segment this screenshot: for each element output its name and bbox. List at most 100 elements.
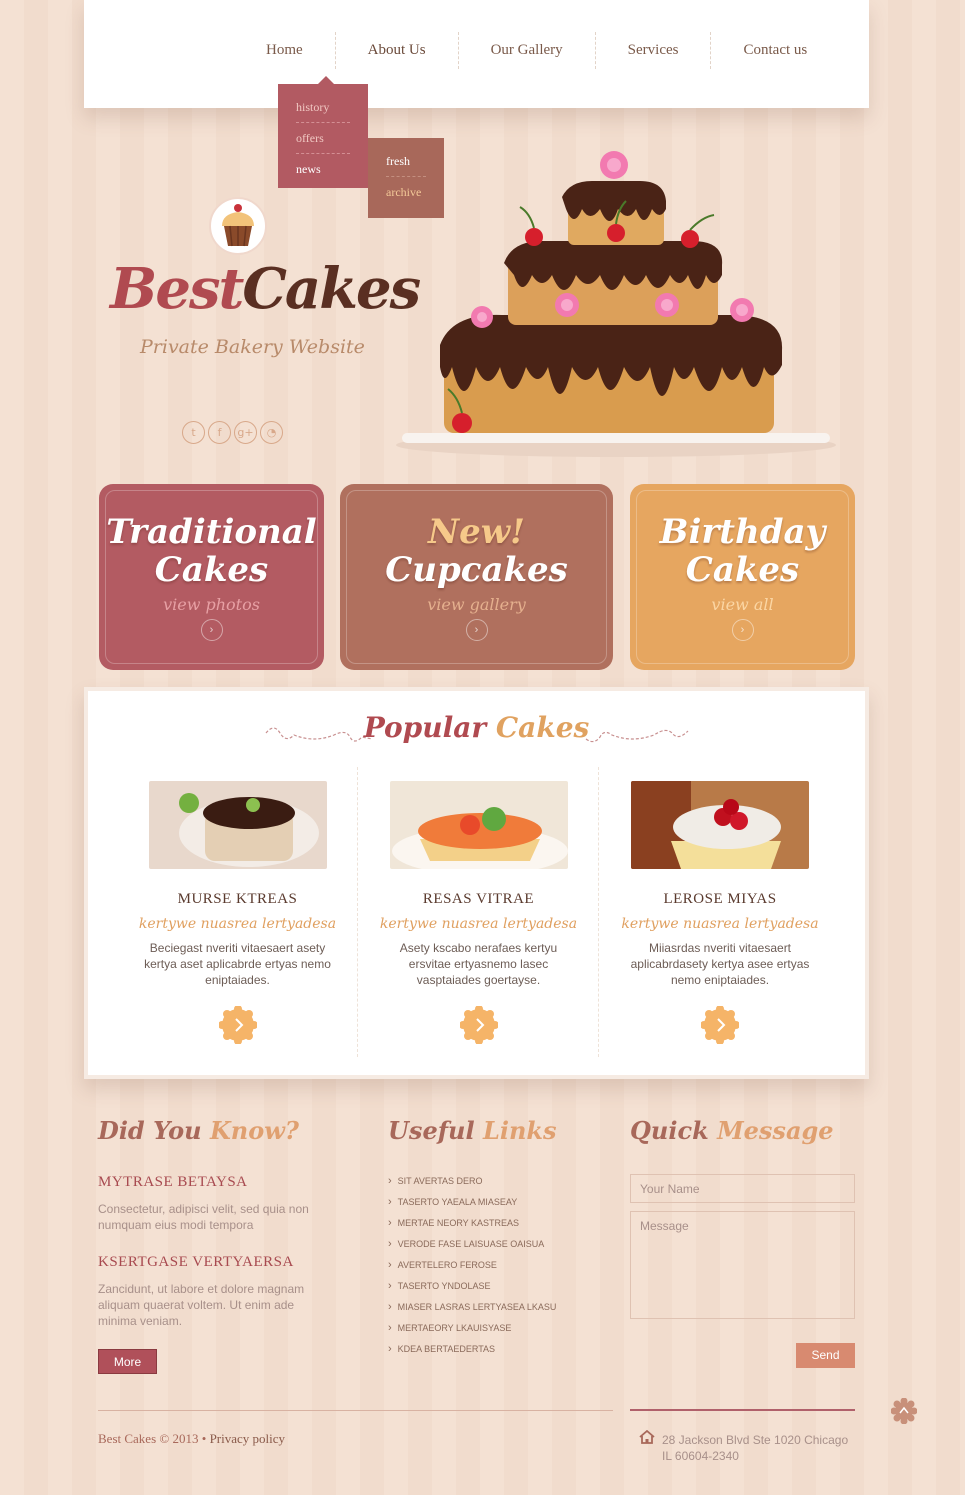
banner-title-line2: Cakes: [154, 550, 269, 590]
about-dropdown-menu: history offers news: [278, 76, 368, 188]
useful-link[interactable]: TASERTO YAEALA MIASEAY: [388, 1196, 556, 1217]
know-text-2: Zancidunt, ut labore et dolore magnam al…: [98, 1282, 305, 1328]
flower-arrow-button-icon[interactable]: [217, 1005, 258, 1045]
banner-title-line2: Cupcakes: [385, 550, 568, 590]
home-icon: [639, 1430, 655, 1444]
popular-item: RESAS VITRAE kertywe nuasrea lertyadesa …: [359, 767, 599, 1057]
title-part2: Know?: [209, 1116, 299, 1145]
banner-new-cupcakes[interactable]: New! Cupcakes view gallery ›: [340, 484, 613, 670]
title-part1: Quick: [630, 1116, 709, 1145]
nav-home[interactable]: Home: [234, 32, 336, 69]
nav-about-us[interactable]: About Us: [336, 32, 459, 69]
footer-divider-accent: [630, 1409, 855, 1411]
banner-inner: New! Cupcakes view gallery ›: [346, 490, 607, 664]
banner-title: Birthday Cakes: [637, 491, 848, 589]
useful-link[interactable]: AVERTELERO FEROSE: [388, 1259, 556, 1280]
scroll-to-top-icon[interactable]: [891, 1398, 917, 1424]
popular-item: LEROSE MIYAS kertywe nuasrea lertyadesa …: [600, 767, 840, 1057]
cake-description: Miiasrdas nveriti vitaesaert aplicabrdas…: [630, 941, 810, 987]
cake-name: LEROSE MIYAS: [663, 891, 777, 907]
banner-title: Traditional Cakes: [106, 491, 317, 589]
banner-title-line1: New!: [428, 512, 525, 552]
banner-inner: Birthday Cakes view all ›: [636, 490, 849, 664]
page: Home About Us Our Gallery Services Conta…: [0, 0, 965, 1495]
banner-link-view-photos[interactable]: view photos: [106, 595, 317, 614]
useful-link[interactable]: MERTAEORY LKAUISYASE: [388, 1322, 556, 1343]
popular-item: MURSE KTREAS kertywe nuasrea lertyadesa …: [118, 767, 358, 1057]
banner-title-line1: Birthday: [659, 512, 826, 552]
dropdown-item-offers[interactable]: offers: [296, 127, 350, 154]
brand-logo[interactable]: BestCakes: [110, 256, 421, 322]
more-button[interactable]: More: [98, 1349, 157, 1374]
brand-name-part1: Best: [110, 256, 244, 322]
know-heading-1[interactable]: MYTRASE BETAYSA: [98, 1174, 248, 1191]
nav-services[interactable]: Services: [596, 32, 712, 69]
useful-link[interactable]: SIT AVERTAS DERO: [388, 1175, 556, 1196]
title-part1: Did You: [98, 1116, 202, 1145]
banner-inner: Traditional Cakes view photos ›: [105, 490, 318, 664]
cake-subtitle: kertywe nuasrea lertyadesa: [621, 916, 819, 932]
privacy-policy-link[interactable]: Privacy policy: [210, 1431, 285, 1446]
useful-link[interactable]: VERODE FASE LAISUASE OAISUA: [388, 1238, 556, 1259]
dropdown-item-news[interactable]: news: [296, 158, 350, 184]
cake-name: MURSE KTREAS: [177, 891, 298, 907]
did-you-know-title: Did You Know?: [98, 1116, 299, 1145]
chevron-right-icon[interactable]: ›: [465, 619, 488, 641]
nav-contact-us[interactable]: Contact us: [711, 32, 839, 69]
banner-birthday-cakes[interactable]: Birthday Cakes view all ›: [630, 484, 855, 670]
banner-link-view-all[interactable]: view all: [637, 595, 848, 614]
nav-our-gallery[interactable]: Our Gallery: [459, 32, 596, 69]
facebook-icon[interactable]: f: [208, 421, 231, 444]
title-part1: Useful: [388, 1116, 475, 1145]
title-part2: Message: [717, 1116, 834, 1145]
banner-link-view-gallery[interactable]: view gallery: [347, 595, 606, 614]
cake-description: Asety kscabo nerafaes kertyu ersvitae er…: [399, 941, 558, 987]
address: 28 Jackson Blvd Ste 1020 Chicago IL 6060…: [662, 1433, 849, 1463]
flower-arrow-button-icon[interactable]: [458, 1005, 499, 1045]
google-plus-icon[interactable]: g+: [234, 421, 257, 444]
section-title: Popular Cakes: [88, 711, 865, 744]
cake-photo[interactable]: [389, 781, 568, 869]
brand-tagline: Private Bakery Website: [140, 336, 365, 358]
banner-traditional-cakes[interactable]: Traditional Cakes view photos ›: [99, 484, 324, 670]
cake-subtitle: kertywe nuasrea lertyadesa: [138, 916, 337, 932]
chevron-right-icon[interactable]: ›: [731, 619, 754, 641]
useful-link[interactable]: MIASER LASRAS LERTYASEA LKASU: [388, 1301, 557, 1322]
twitter-icon[interactable]: t: [182, 421, 205, 444]
main-nav: Home About Us Our Gallery Services Conta…: [234, 32, 839, 69]
banner-title: New! Cupcakes: [347, 491, 606, 589]
name-field[interactable]: Your Name: [630, 1174, 855, 1203]
message-field[interactable]: Message: [630, 1211, 855, 1319]
flower-arrow-button-icon[interactable]: [700, 1005, 740, 1045]
useful-link[interactable]: TASERTO YNDOLASE: [388, 1280, 556, 1301]
rss-icon[interactable]: ◔: [260, 421, 283, 444]
title-part2: Links: [482, 1116, 557, 1145]
send-button[interactable]: Send: [796, 1343, 855, 1368]
banner-title-line1: Traditional: [106, 512, 317, 552]
social-links: t f g+ ◔: [182, 421, 283, 444]
cupcake-logo-icon: [209, 197, 267, 255]
know-heading-2[interactable]: KSERTGASE VERTYAERSA: [98, 1254, 294, 1271]
hero-cake-image: [396, 151, 836, 457]
section-title-part1: Popular: [363, 711, 487, 744]
know-text-1: Consectetur, adipisci velit, sed quia no…: [98, 1202, 309, 1232]
cake-subtitle: kertywe nuasrea lertyadesa: [379, 916, 578, 932]
popular-cakes-section: Popular Cakes MURSE KTREAS kertywe nuasr…: [84, 687, 869, 1079]
cake-photo[interactable]: [631, 781, 809, 869]
dropdown-item-history[interactable]: history: [296, 96, 350, 123]
useful-link[interactable]: MERTAE NEORY KASTREAS: [388, 1217, 556, 1238]
chevron-right-icon[interactable]: ›: [200, 619, 223, 641]
banner-title-line2: Cakes: [685, 550, 800, 590]
cake-name: RESAS VITRAE: [422, 891, 535, 907]
quick-message-title: Quick Message: [630, 1116, 834, 1145]
top-nav-bar: Home About Us Our Gallery Services Conta…: [84, 0, 869, 108]
copyright: Best Cakes © 2013 • Privacy policy: [98, 1431, 285, 1447]
footer-divider: [98, 1410, 613, 1411]
cake-description: Beciegast nveriti vitaesaert asety kerty…: [144, 941, 331, 987]
cake-photo[interactable]: [148, 781, 327, 869]
useful-links-list: SIT AVERTAS DERO TASERTO YAEALA MIASEAY …: [388, 1175, 557, 1364]
section-title-part2: Cakes: [495, 711, 590, 744]
useful-link[interactable]: KDEA BERTAEDERTAS: [388, 1343, 556, 1364]
useful-links-title: Useful Links: [388, 1116, 557, 1145]
copyright-text: Best Cakes © 2013 •: [98, 1431, 207, 1446]
